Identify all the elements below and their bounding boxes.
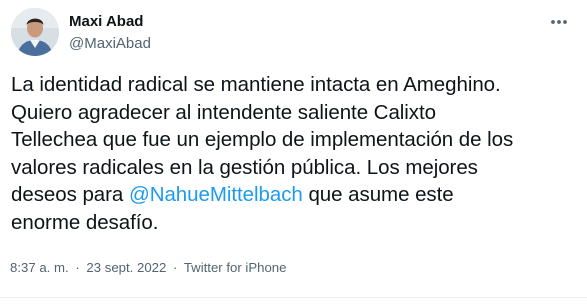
- tweet-text-segment: deseos para: [11, 183, 129, 206]
- tweet-text-segment: que asume este: [302, 183, 454, 206]
- more-options-button[interactable]: [545, 12, 573, 32]
- tweet-text-line: valores radicales en la gestión pública.…: [11, 155, 478, 179]
- avatar-photo-icon: [11, 8, 59, 56]
- tweet-date[interactable]: 23 sept. 2022: [86, 260, 166, 275]
- tweet-card: Maxi Abad @MaxiAbad La identidad radical…: [0, 0, 587, 304]
- meta-separator: ·: [75, 260, 80, 275]
- divider: [0, 297, 587, 298]
- author-display-name[interactable]: Maxi Abad: [69, 12, 151, 31]
- tweet-text-line: enorme desafío.: [11, 210, 159, 234]
- tweet-metadata: 8:37 a. m. · 23 sept. 2022 · Twitter for…: [10, 259, 286, 277]
- tweet-text-line: La identidad radical se mantiene intacta…: [11, 73, 501, 96]
- mention-link[interactable]: @NahueMittelbach: [129, 183, 303, 206]
- tweet-time[interactable]: 8:37 a. m.: [10, 260, 69, 275]
- tweet-text-line-with-mention: deseos para @NahueMittelbach que asume e…: [11, 181, 581, 209]
- author-handle[interactable]: @MaxiAbad: [69, 34, 151, 53]
- tweet-text-line: Quiero agradecer al intendente saliente …: [11, 100, 436, 124]
- tweet-source[interactable]: Twitter for iPhone: [184, 260, 287, 275]
- meta-separator: ·: [173, 260, 178, 275]
- ellipsis-icon: [551, 20, 567, 24]
- tweet-text-line: Tellechea que fue un ejemplo de implemen…: [11, 128, 514, 151]
- author-block: Maxi Abad @MaxiAbad: [69, 12, 151, 53]
- avatar[interactable]: [11, 8, 59, 56]
- tweet-text: La identidad radical se mantiene intacta…: [11, 71, 581, 236]
